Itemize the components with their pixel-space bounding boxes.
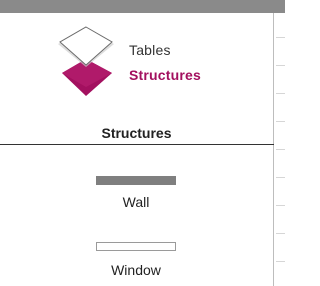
canvas-edge (274, 13, 285, 286)
section-title: Structures (101, 125, 172, 141)
tool-wall[interactable]: Wall (86, 168, 186, 216)
tool-window[interactable]: Window (86, 234, 186, 282)
wall-swatch-icon (96, 176, 176, 185)
tool-window-label: Window (111, 262, 161, 278)
layer-structures-label[interactable]: Structures (129, 67, 201, 83)
layer-switcher[interactable]: Tables Structures (48, 26, 268, 98)
section-divider (0, 144, 274, 145)
layer-tables-label[interactable]: Tables (129, 42, 171, 58)
window-swatch-icon (96, 242, 176, 251)
top-toolbar (0, 0, 285, 13)
layers-icon (58, 26, 114, 96)
tool-wall-label: Wall (122, 194, 150, 210)
